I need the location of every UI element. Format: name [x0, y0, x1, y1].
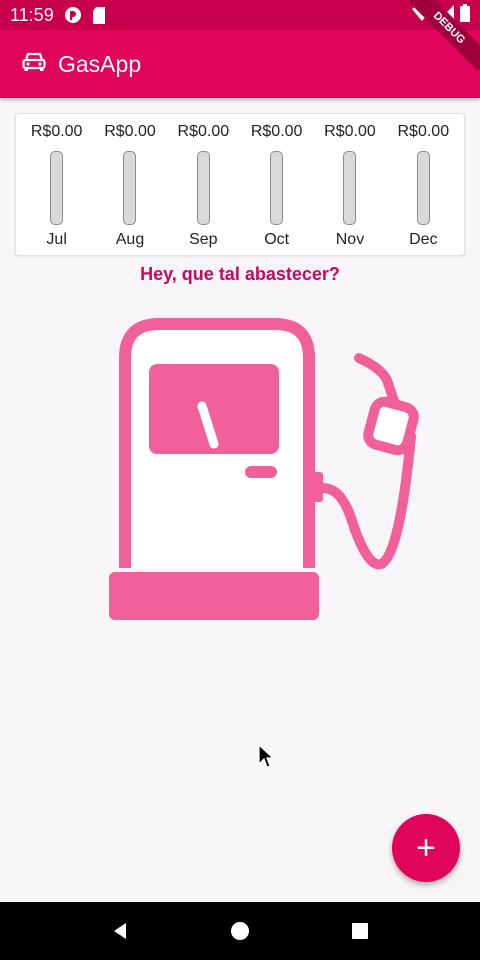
month-column-sep: R$0.00 Sep: [168, 123, 238, 249]
month-value: R$0.00: [324, 123, 376, 140]
recents-square-icon: [352, 923, 368, 939]
month-value: R$0.00: [397, 123, 450, 140]
monthly-spending-chart: R$0.00 Jul R$0.00 Aug R$0.00 Sep R$0.00 Oct R$0.…: [15, 113, 465, 256]
sd-card-icon: [90, 6, 108, 24]
month-bar: [416, 151, 430, 225]
app-title: GasApp: [58, 50, 142, 77]
add-icon: +: [416, 828, 436, 867]
month-label: Nov: [335, 231, 365, 248]
app-bar: GasApp: [0, 30, 480, 98]
month-bar: [196, 151, 210, 225]
mouse-cursor-icon: [258, 743, 275, 775]
month-bar: [123, 151, 137, 225]
home-circle-icon: [231, 922, 249, 940]
month-bar: [343, 151, 357, 225]
month-value: R$0.00: [104, 123, 156, 140]
car-icon: [22, 52, 46, 77]
recents-button[interactable]: [340, 911, 380, 951]
debug-ribbon-container: DEBUG: [410, 0, 480, 70]
month-bar: [50, 151, 64, 225]
back-triangle-icon: [114, 923, 126, 939]
month-label: Sep: [189, 231, 218, 248]
status-bar: 11:59: [0, 0, 480, 30]
home-button[interactable]: [220, 911, 260, 951]
debug-banner: DEBUG: [410, 0, 480, 70]
system-nav-bar: [0, 902, 480, 960]
month-column-nov: R$0.00 Nov: [315, 123, 385, 249]
month-label: Dec: [409, 231, 438, 248]
month-column-jul: R$0.00 Jul: [22, 123, 92, 249]
month-bar: [270, 151, 284, 225]
month-column-aug: R$0.00 Aug: [95, 123, 165, 249]
month-value: R$0.00: [177, 123, 230, 140]
month-value: R$0.00: [250, 123, 303, 140]
screen: 11:59 GasApp DEBUG R$0.00 Jul R$0.00 Aug…: [0, 0, 480, 960]
gas-pump-illustration: [105, 318, 425, 628]
month-column-oct: R$0.00 Oct: [242, 123, 312, 249]
notification-icon: [64, 6, 82, 24]
empty-state-message: Hey, que tal abastecer?: [140, 264, 340, 284]
back-button[interactable]: [100, 911, 140, 951]
month-column-dec: R$0.00 Dec: [388, 123, 458, 249]
status-time: 11:59: [10, 4, 54, 25]
month-value: R$0.00: [30, 123, 83, 140]
month-label: Aug: [115, 231, 145, 248]
add-refuel-button[interactable]: +: [392, 814, 460, 882]
month-label: Oct: [264, 231, 290, 248]
month-label: Jul: [46, 231, 67, 248]
